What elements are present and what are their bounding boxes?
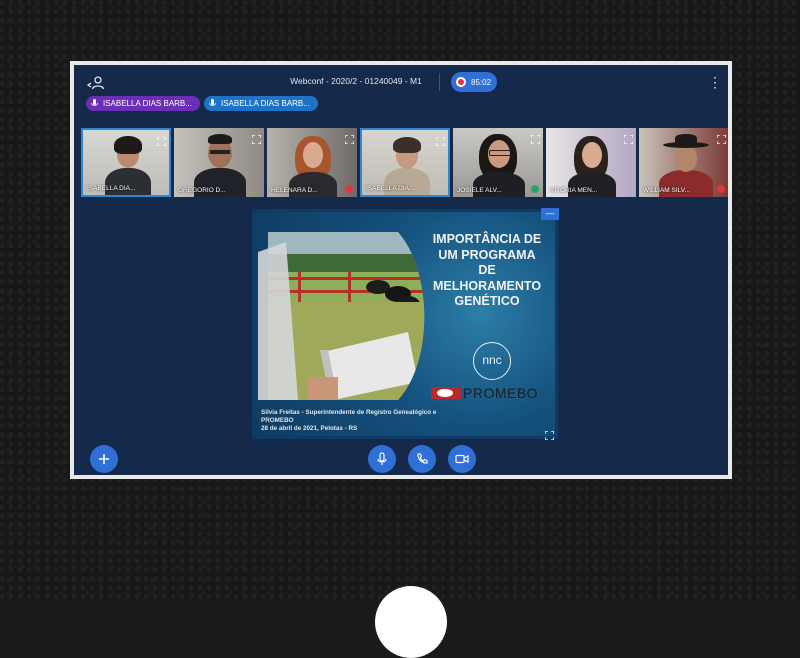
divider <box>439 73 440 91</box>
expand-icon[interactable] <box>623 131 634 145</box>
muted-mic-icon <box>717 185 725 193</box>
nnc-logo: nnc <box>473 342 511 380</box>
promebo-logo: PROMEBO <box>431 384 553 402</box>
talking-name: ISABELLA DIAS BARB... <box>221 99 310 108</box>
record-dot-icon <box>456 77 466 87</box>
participant-tile[interactable]: HELENARA D... <box>267 128 357 197</box>
overlay-circle <box>375 586 447 658</box>
expand-icon[interactable] <box>435 133 446 147</box>
participant-name: GREGORIO D... <box>178 187 226 194</box>
footer-line: Silvia Freitas - Superintendente de Regi… <box>261 409 437 416</box>
participant-tile[interactable]: WILLIAM SILV... <box>639 128 728 197</box>
participant-tile[interactable]: GREGORIO D... <box>174 128 264 197</box>
participant-tile[interactable]: ISABELLA DIA... <box>81 128 171 197</box>
talking-indicator: ISABELLA DIAS BARB... <box>204 96 318 111</box>
participant-name: WILLIAM SILV... <box>643 187 690 194</box>
phone-icon <box>417 453 428 464</box>
microphone-icon <box>209 99 216 107</box>
microphone-button[interactable] <box>368 445 396 473</box>
muted-mic-icon <box>345 185 353 193</box>
slide-photo <box>258 232 425 400</box>
leave-audio-button[interactable] <box>408 445 436 473</box>
headline-line: UM PROGRAMA <box>438 247 536 262</box>
camera-button[interactable] <box>448 445 476 473</box>
talking-indicator: ISABELLA DIAS BARB... <box>86 96 200 111</box>
participant-tile[interactable]: VITORIA MEN... <box>546 128 636 197</box>
microphone-icon <box>91 99 98 107</box>
slide-footer: Silvia Freitas - Superintendente de Regi… <box>261 409 501 433</box>
participant-strip: ISABELLA DIA... GREGORIO D... HELENARA D… <box>81 128 728 198</box>
participant-name: ISABELLA DIA... <box>87 185 136 192</box>
expand-icon[interactable] <box>344 131 355 145</box>
screenshot-frame: Webconf - 2020/2 - 01240049 - M1 85:02 ⋮… <box>70 61 732 479</box>
presentation-area: IMPORTÂNCIA DE UM PROGRAMA DE MELHORAMEN… <box>252 208 559 441</box>
expand-icon[interactable] <box>544 427 555 441</box>
top-bar: Webconf - 2020/2 - 01240049 - M1 85:02 ⋮ <box>74 65 728 99</box>
promebo-text: PROMEBO <box>463 385 539 401</box>
participant-name: VITORIA MEN... <box>550 187 598 194</box>
talking-name: ISABELLA DIAS BARB... <box>103 99 192 108</box>
headline-line: DE <box>478 263 496 277</box>
footer-line: 28 de abril de 2021, Pelotas - RS <box>261 425 358 432</box>
participant-tile[interactable]: ISABELLA DIA... <box>360 128 450 197</box>
expand-icon[interactable] <box>530 131 541 145</box>
headline-line: IMPORTÂNCIA DE <box>432 232 542 246</box>
participant-name: HELENARA D... <box>271 187 318 194</box>
expand-icon[interactable] <box>716 131 727 145</box>
footer-line: PROMEBO <box>261 417 294 424</box>
participant-tile[interactable]: JOSIELE ALV... <box>453 128 543 197</box>
minimize-presentation-button[interactable]: — <box>541 208 559 220</box>
recording-time: 85:02 <box>471 77 492 87</box>
participant-name: JOSIELE ALV... <box>457 187 502 194</box>
presentation-slide: IMPORTÂNCIA DE UM PROGRAMA DE MELHORAMEN… <box>255 212 555 436</box>
headline-line: GENÉTICO <box>454 294 520 308</box>
meeting-title: Webconf - 2020/2 - 01240049 - M1 <box>290 76 422 86</box>
participant-name: ISABELLA DIA... <box>366 185 415 192</box>
recording-indicator[interactable]: 85:02 <box>451 72 497 92</box>
expand-icon[interactable] <box>156 133 167 147</box>
headline-line: MELHORAMENTO <box>432 278 542 293</box>
mic-active-icon <box>531 185 539 193</box>
plus-button[interactable] <box>90 445 118 473</box>
slide-headline: IMPORTÂNCIA DE UM PROGRAMA DE MELHORAMEN… <box>423 232 551 310</box>
plus-icon <box>99 454 109 464</box>
expand-icon[interactable] <box>251 131 262 145</box>
webconf-app: Webconf - 2020/2 - 01240049 - M1 85:02 ⋮… <box>74 65 728 475</box>
kebab-menu-icon[interactable]: ⋮ <box>708 74 722 90</box>
microphone-icon <box>377 452 387 465</box>
camera-icon <box>455 454 469 464</box>
